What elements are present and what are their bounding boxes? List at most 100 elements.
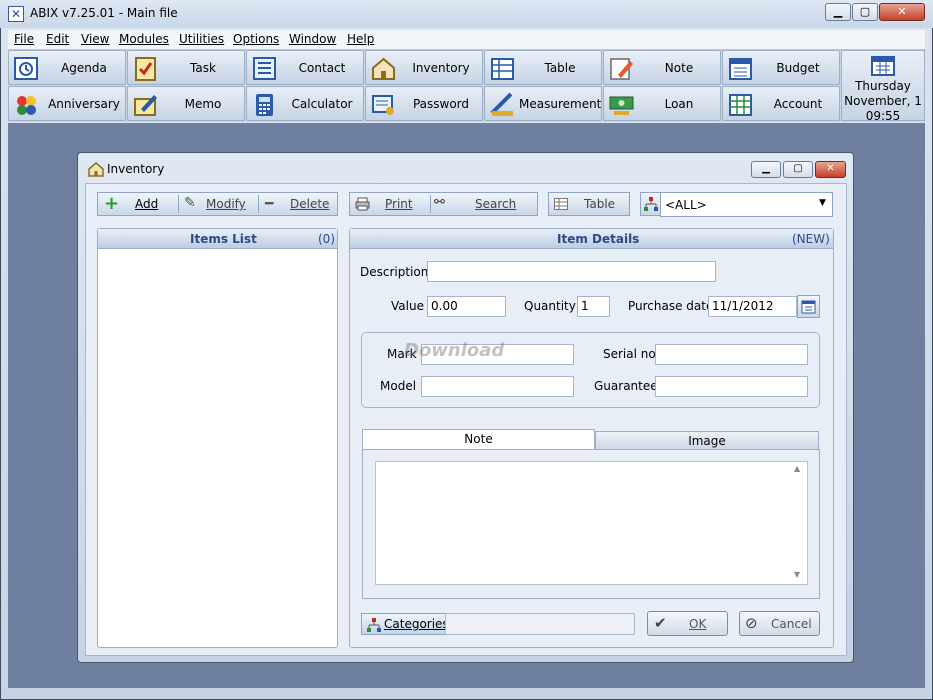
category-tree-icon (644, 197, 658, 211)
agenda-label: Agenda (61, 61, 107, 75)
value-label: Value (391, 299, 424, 313)
details-tabs: Note Image ▲ ▼ (362, 429, 820, 599)
guarantee-field[interactable] (655, 376, 808, 397)
app-logo-icon: ✕ (8, 6, 24, 22)
calculator-button[interactable]: Calculator (246, 86, 364, 121)
table-icon (491, 58, 514, 80)
tab-image[interactable]: Image (595, 431, 819, 450)
inventory-button[interactable]: Inventory (365, 50, 483, 85)
agenda-icon (14, 57, 38, 80)
note-button[interactable]: Note (603, 50, 721, 85)
items-list-panel[interactable]: Items List (0) (97, 228, 338, 648)
password-icon (372, 95, 394, 115)
scroll-down-icon[interactable]: ▼ (794, 570, 800, 579)
serial-field[interactable] (655, 344, 808, 365)
note-label: Note (664, 61, 694, 75)
minus-icon: ━ (265, 196, 274, 212)
guarantee-label: Guarantee (594, 379, 658, 393)
task-button[interactable]: Task (127, 50, 245, 85)
purchase-date-label: Purchase date (628, 299, 714, 313)
plus-icon: + (104, 193, 120, 214)
menu-file[interactable]: File (14, 32, 34, 46)
categories-button[interactable]: Categories (361, 613, 449, 635)
date-picker-button[interactable] (797, 295, 820, 318)
table-label: Table (544, 61, 576, 75)
cancel-icon: ⊘ (745, 614, 758, 632)
password-button[interactable]: Password (365, 86, 483, 121)
app-titlebar[interactable]: ✕ ABIX v7.25.01 - Main file ▁ ▢ ✕ (0, 0, 933, 28)
ok-button[interactable]: ✔ OK (647, 611, 728, 636)
account-button[interactable]: Account (722, 86, 840, 121)
inventory-close-button[interactable]: ✕ (815, 161, 846, 178)
minimize-button[interactable]: ▁ (825, 3, 851, 21)
item-details-header: Item Details (NEW) (350, 229, 833, 249)
contact-icon (253, 57, 276, 80)
calculator-label: Calculator (291, 97, 353, 111)
menu-view[interactable]: View (81, 32, 109, 46)
date-date: November, 1 (844, 94, 922, 108)
calendar-icon (801, 300, 816, 314)
quantity-field[interactable]: 1 (577, 296, 610, 317)
dropdown-arrow-icon[interactable]: ▼ (819, 198, 826, 208)
cancel-button[interactable]: ⊘ Cancel (739, 611, 820, 636)
menu-help[interactable]: Help (347, 32, 374, 46)
category-filter-button[interactable] (640, 192, 661, 216)
category-filter-select[interactable]: <ALL> ▼ (660, 192, 833, 217)
note-textarea[interactable]: ▲ ▼ (375, 461, 808, 585)
grid-icon (554, 198, 568, 210)
inventory-maximize-button[interactable]: ▢ (783, 161, 813, 178)
add-button[interactable]: + Add (98, 193, 178, 215)
menu-modules[interactable]: Modules (119, 32, 169, 46)
calculator-icon (256, 94, 273, 116)
anniversary-icon (17, 96, 36, 115)
pencil-icon: ✎ (184, 195, 196, 211)
measurement-button[interactable]: Measurement (484, 86, 602, 121)
menu-options[interactable]: Options (233, 32, 279, 46)
date-display[interactable]: Thursday November, 1 09:55 (841, 50, 925, 123)
maximize-button[interactable]: ▢ (852, 3, 878, 21)
measurement-icon (490, 92, 513, 116)
menu-window[interactable]: Window (289, 32, 336, 46)
value-field[interactable]: 0.00 (427, 296, 506, 317)
contact-button[interactable]: Contact (246, 50, 364, 85)
description-label: Description (360, 265, 429, 279)
loan-button[interactable]: Loan (603, 86, 721, 121)
watermark: Download (404, 340, 505, 361)
search-button[interactable]: ⚯ Search (431, 193, 537, 215)
inventory-icon (372, 57, 395, 80)
table-view-button[interactable]: Table (548, 192, 630, 216)
table-button[interactable]: Table (484, 50, 602, 85)
close-button[interactable]: ✕ (879, 3, 925, 21)
description-field[interactable] (427, 261, 716, 282)
task-icon (135, 57, 156, 81)
memo-button[interactable]: Memo (127, 86, 245, 121)
date-time: 09:55 (865, 109, 901, 123)
menu-edit[interactable]: Edit (46, 32, 69, 46)
delete-button[interactable]: ━ Delete (259, 193, 338, 215)
modify-button[interactable]: ✎ Modify (179, 193, 258, 215)
inventory-minimize-button[interactable]: ▁ (751, 161, 781, 178)
binoculars-icon: ⚯ (434, 195, 445, 210)
scroll-up-icon[interactable]: ▲ (794, 464, 800, 473)
budget-button[interactable]: Budget (722, 50, 840, 85)
model-field[interactable] (421, 376, 574, 397)
budget-icon (729, 58, 752, 80)
anniversary-button[interactable]: Anniversary (8, 86, 126, 121)
memo-icon (134, 95, 157, 116)
purchase-date-field[interactable]: 11/1/2012 (708, 296, 797, 317)
print-button[interactable]: Print (350, 193, 430, 215)
agenda-button[interactable]: Agenda (8, 50, 126, 85)
items-list-header: Items List (0) (98, 229, 337, 249)
items-count: (0) (318, 232, 335, 246)
date-day: Thursday (855, 79, 911, 93)
tab-note[interactable]: Note (362, 429, 595, 450)
note-tab-panel: ▲ ▼ (362, 449, 820, 599)
menu-utilities[interactable]: Utilities (179, 32, 224, 46)
task-label: Task (190, 61, 216, 75)
contact-label: Contact (298, 61, 346, 75)
budget-label: Budget (776, 61, 820, 75)
inventory-label: Inventory (412, 61, 470, 75)
note-icon (610, 58, 633, 80)
loan-icon (609, 96, 634, 115)
home-icon (88, 162, 104, 177)
